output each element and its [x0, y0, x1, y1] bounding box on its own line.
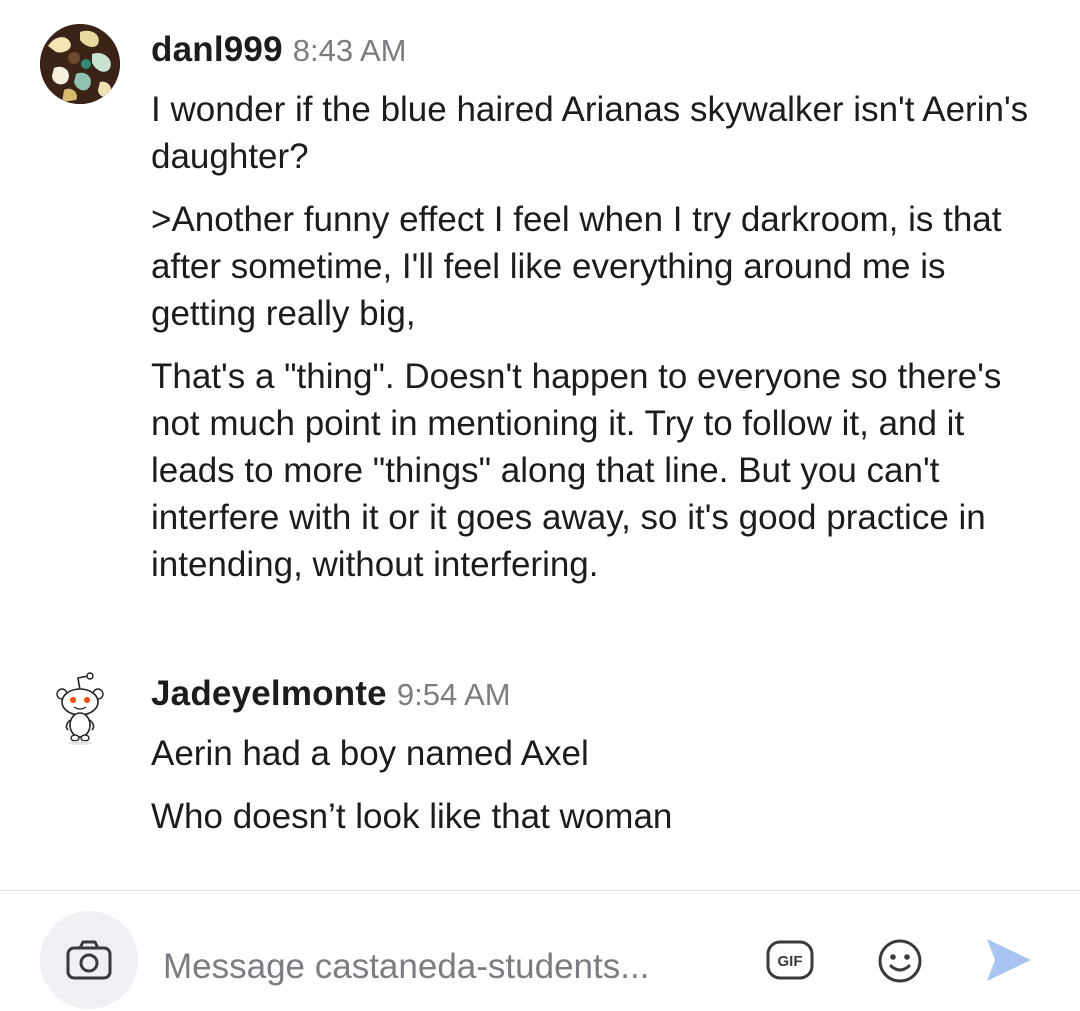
snoo-avatar[interactable]	[40, 668, 120, 748]
message-header: danl999 8:43 AM	[151, 30, 1041, 86]
message-header: Jadeyelmonte 9:54 AM	[151, 674, 1041, 730]
message-content-jadeyelmonte: Jadeyelmonte 9:54 AM Aerin had a boy nam…	[151, 674, 1041, 856]
message-text: Who doesn’t look like that woman	[151, 797, 673, 836]
send-button[interactable]	[983, 935, 1033, 985]
gif-icon: GIF	[766, 940, 814, 980]
user-photo-avatar[interactable]	[40, 24, 120, 104]
message-text: Aerin had a boy named Axel	[151, 734, 589, 773]
user-photo-avatar-image	[40, 24, 120, 104]
snoo-avatar-image	[56, 672, 104, 745]
message-text: That's a "thing". Doesn't happen to ever…	[151, 357, 1002, 584]
message-input[interactable]	[163, 939, 753, 995]
username[interactable]: danl999	[151, 30, 283, 70]
gif-label: GIF	[778, 953, 803, 970]
send-icon	[987, 939, 1031, 981]
username[interactable]: Jadeyelmonte	[151, 674, 387, 714]
message-text: I wonder if the blue haired Arianas skyw…	[151, 90, 1029, 176]
gif-button[interactable]: GIF	[766, 939, 814, 981]
message-composer: GIF	[0, 891, 1080, 1011]
timestamp: 9:54 AM	[396, 677, 511, 712]
emoji-icon	[878, 939, 922, 983]
timestamp: 8:43 AM	[292, 33, 407, 68]
message-content-danl999: danl999 8:43 AM I wonder if the blue hai…	[151, 30, 1041, 604]
emoji-button[interactable]	[876, 937, 924, 985]
camera-icon	[66, 940, 112, 980]
camera-button[interactable]	[40, 911, 138, 1009]
chat-message-list: danl999 8:43 AM I wonder if the blue hai…	[0, 0, 1080, 890]
message-text: >Another funny effect I feel when I try …	[151, 200, 1002, 333]
